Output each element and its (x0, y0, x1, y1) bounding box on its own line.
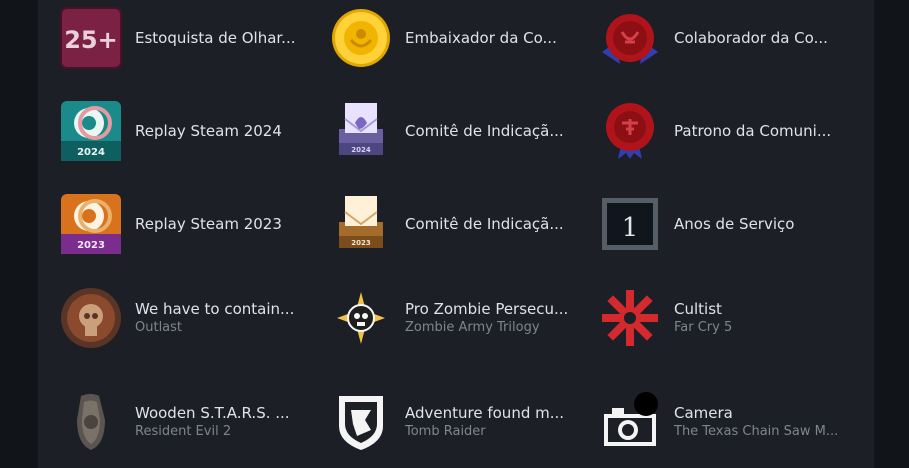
badge-title: Colaborador da Co... (674, 29, 828, 47)
badge-grid: 25+ Estoquista de Olhar... Embaixador da… (38, 0, 874, 468)
replay-2024-icon: 2024 (59, 99, 123, 163)
badge-title: Camera (674, 404, 733, 422)
badge-item[interactable]: 2024 Replay Steam 2024 (59, 96, 321, 166)
badge-title: Comitê de Indicaçã... (405, 122, 564, 140)
badge-item[interactable]: Adventure found m... Tomb Raider (329, 387, 591, 457)
badge-title: We have to contain... (135, 300, 295, 318)
badges-panel: 25+ Estoquista de Olhar... Embaixador da… (38, 0, 874, 468)
badge-game-name: Tomb Raider (405, 424, 486, 439)
badge-title: Wooden S.T.A.R.S. ... (135, 404, 290, 422)
years-of-service-icon: 1 (598, 192, 662, 256)
badge-game-name: Outlast (135, 320, 183, 335)
badge-title: Adventure found m... (405, 404, 565, 422)
badge-item[interactable]: Cultist Far Cry 5 (598, 283, 860, 353)
replay-2023-icon: 2023 (59, 192, 123, 256)
badge-title: Cultist (674, 300, 722, 318)
svg-text:2024: 2024 (77, 147, 105, 158)
badge-title: Comitê de Indicaçã... (405, 215, 564, 233)
envelope-2024-icon: 2024 (329, 99, 393, 163)
skull-star-icon (329, 286, 393, 350)
bronze-medallion-icon (59, 286, 123, 350)
camera-icon (598, 390, 662, 454)
wooden-badge-icon (59, 390, 123, 454)
badge-item[interactable]: Colaborador da Co... (598, 3, 860, 73)
twenty-five-plus-icon: 25+ (59, 6, 123, 70)
badge-item[interactable]: 25+ Estoquista de Olhar... (59, 3, 321, 73)
envelope-2023-icon: 2023 (329, 192, 393, 256)
badge-title: Patrono da Comuni... (674, 122, 832, 140)
badge-title: Pro Zombie Persecu... (405, 300, 569, 318)
badge-item[interactable]: 2024 Comitê de Indicaçã... (329, 96, 591, 166)
badge-title: Replay Steam 2024 (135, 122, 282, 140)
badge-item[interactable]: We have to contain... Outlast (59, 283, 321, 353)
svg-text:25+: 25+ (64, 26, 118, 54)
badge-item[interactable]: Patrono da Comuni... (598, 96, 860, 166)
badge-item[interactable]: Wooden S.T.A.R.S. ... Resident Evil 2 (59, 387, 321, 457)
svg-text:2023: 2023 (77, 240, 105, 251)
svg-text:2023: 2023 (351, 239, 371, 247)
badge-item[interactable]: 1 Anos de Serviço (598, 189, 860, 259)
svg-text:2024: 2024 (351, 146, 371, 154)
badge-item[interactable]: 2023 Comitê de Indicaçã... (329, 189, 591, 259)
badge-game-name: Far Cry 5 (674, 320, 733, 335)
years-number: 1 (622, 213, 639, 243)
badge-game-name: Zombie Army Trilogy (405, 320, 540, 335)
badge-item[interactable]: Camera The Texas Chain Saw M... (598, 387, 860, 457)
red-wax-seal-icon (598, 6, 662, 70)
red-seal-ribbon-icon (598, 99, 662, 163)
badge-item[interactable]: 2023 Replay Steam 2023 (59, 189, 321, 259)
shield-emblem-icon (329, 390, 393, 454)
badge-item[interactable]: Pro Zombie Persecu... Zombie Army Trilog… (329, 283, 591, 353)
badge-game-name: Resident Evil 2 (135, 424, 232, 439)
badge-item[interactable]: Embaixador da Co... (329, 3, 591, 73)
badge-game-name: The Texas Chain Saw M... (674, 424, 839, 439)
cult-cross-icon (598, 286, 662, 350)
badge-title: Anos de Serviço (674, 215, 795, 233)
badge-title: Embaixador da Co... (405, 29, 557, 47)
gold-coin-icon (329, 6, 393, 70)
badge-title: Replay Steam 2023 (135, 215, 282, 233)
badge-title: Estoquista de Olhar... (135, 29, 296, 47)
